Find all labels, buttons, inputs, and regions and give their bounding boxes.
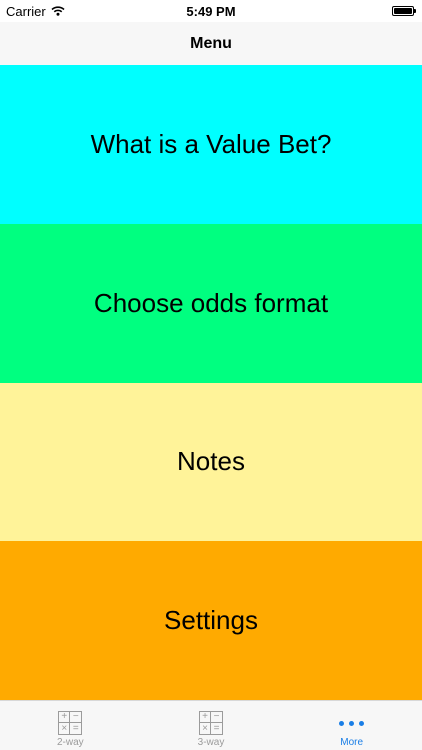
menu-item-value-bet[interactable]: What is a Value Bet? <box>0 65 422 224</box>
tab-label: 2-way <box>56 737 84 748</box>
menu-item-label: Choose odds format <box>93 287 329 318</box>
more-dot <box>359 720 365 726</box>
menu-item-label: What is a Value Bet? <box>90 128 332 159</box>
battery-icon <box>392 6 416 16</box>
tab-more[interactable]: More <box>281 701 422 750</box>
minus-glyph: − <box>70 712 82 723</box>
menu-item-settings[interactable]: Settings <box>0 541 422 700</box>
status-bar: Carrier 5:49 PM <box>0 0 422 22</box>
plus-glyph: + <box>200 712 211 723</box>
more-dot <box>349 720 355 726</box>
menu-item-label: Notes <box>177 446 245 477</box>
menu-list: What is a Value Bet? Choose odds format … <box>0 65 422 700</box>
battery-fill <box>394 8 412 14</box>
more-icon <box>339 711 365 735</box>
tab-3-way[interactable]: + − × = 3-way <box>141 701 282 750</box>
tab-label: 3-way <box>197 737 225 748</box>
times-glyph: × <box>200 723 211 734</box>
page-title: Menu <box>190 34 232 52</box>
status-time: 5:49 PM <box>186 3 236 19</box>
menu-item-odds-format[interactable]: Choose odds format <box>0 223 422 383</box>
tab-label: More <box>340 737 364 748</box>
equals-glyph: = <box>213 722 220 734</box>
tab-bar: + − × = 2-way + − × = 3-way More <box>0 700 422 750</box>
calculator-icon: + − × = <box>199 711 223 735</box>
calculator-icon: + − × = <box>58 711 83 735</box>
menu-item-notes[interactable]: Notes <box>0 382 422 542</box>
equals-glyph: = <box>72 722 79 734</box>
tab-2-way[interactable]: + − × = 2-way <box>0 701 141 750</box>
plus-glyph: + <box>59 712 71 723</box>
minus-glyph: − <box>211 712 222 723</box>
navigation-bar: Menu <box>0 22 422 65</box>
more-dot <box>339 720 345 726</box>
menu-item-label: Settings <box>164 605 258 636</box>
times-glyph: × <box>59 723 71 734</box>
